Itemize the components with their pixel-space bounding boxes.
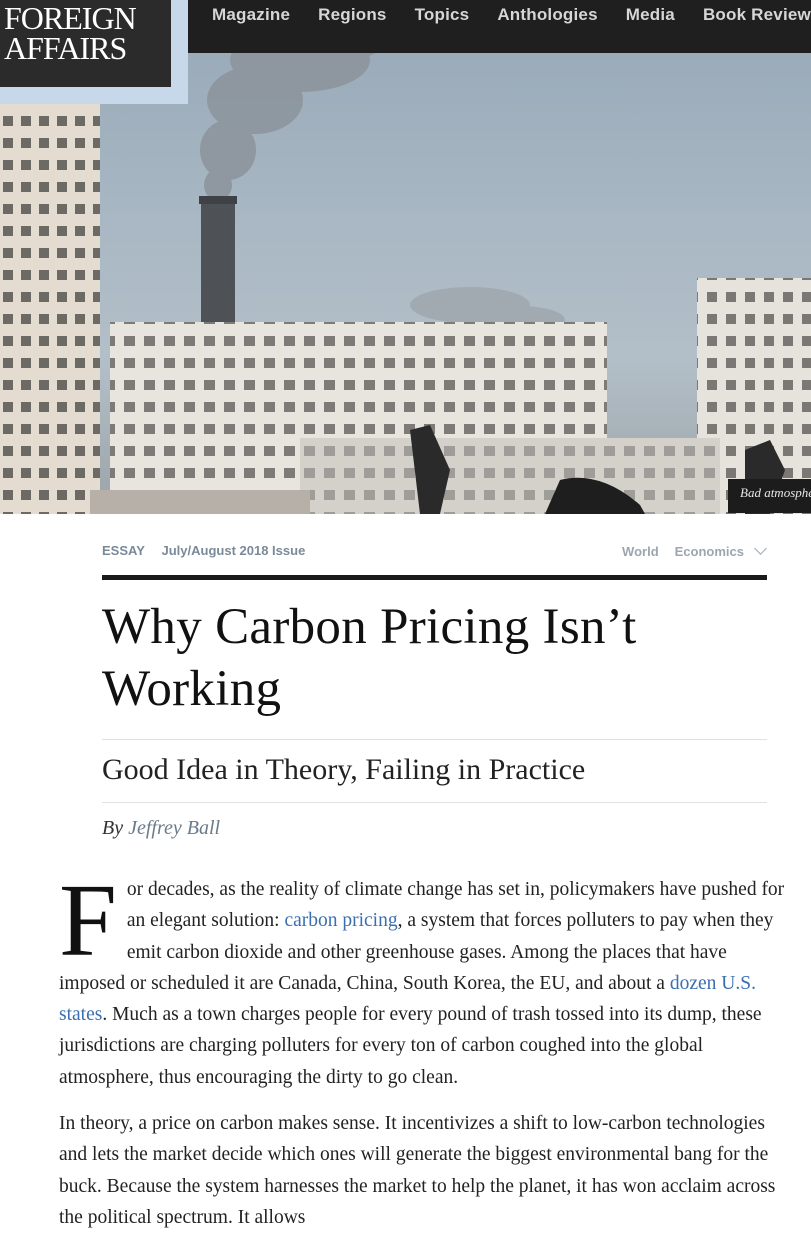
nav-menu: Magazine Regions Topics Anthologies Medi… [212, 0, 811, 30]
nav-item-book-reviews[interactable]: Book Reviews [703, 0, 811, 30]
issue-link[interactable]: July/August 2018 Issue [162, 543, 306, 558]
site-logo[interactable]: FOREIGN AFFAIRS [0, 0, 171, 87]
topic-tags: World Economics [606, 542, 767, 559]
article-meta: ESSAY July/August 2018 Issue [102, 543, 318, 558]
article-subtitle: Good Idea in Theory, Failing in Practice [102, 753, 586, 786]
nav-item-anthologies[interactable]: Anthologies [497, 0, 597, 30]
carbon-pricing-link[interactable]: carbon pricing [284, 910, 397, 931]
logo-frame: FOREIGN AFFAIRS [0, 0, 188, 104]
paragraph-text: . Much as a town charges people for ever… [59, 1004, 762, 1088]
tag-economics[interactable]: Economics [675, 544, 744, 559]
nav-item-magazine[interactable]: Magazine [212, 0, 290, 30]
drop-cap: F [59, 863, 117, 978]
paragraph: In theory, a price on carbon makes sense… [59, 1113, 776, 1228]
nav-item-regions[interactable]: Regions [318, 0, 386, 30]
logo-text-line2: AFFAIRS [4, 30, 127, 66]
article-card: ESSAY July/August 2018 Issue World Econo… [3, 514, 811, 1250]
tag-world[interactable]: World [622, 544, 659, 559]
nav-item-topics[interactable]: Topics [415, 0, 470, 30]
chevron-down-icon[interactable] [754, 542, 767, 555]
image-caption-text: Bad atmosphere [740, 485, 811, 500]
title-divider [102, 575, 767, 580]
article-title: Why Carbon Pricing Isn’t Working [102, 599, 637, 717]
article-body: For decades, as the reality of climate c… [59, 863, 794, 1248]
byline: By Jeffrey Ball [102, 817, 220, 840]
nav-item-media[interactable]: Media [626, 0, 675, 30]
author-link[interactable]: Jeffrey Ball [128, 817, 220, 839]
paragraph: For decades, as the reality of climate c… [59, 863, 794, 1093]
image-caption: Bad atmosphere [728, 479, 811, 513]
divider [102, 739, 767, 740]
byline-prefix: By [102, 817, 124, 839]
article-type[interactable]: ESSAY [102, 543, 145, 558]
divider [102, 802, 767, 803]
